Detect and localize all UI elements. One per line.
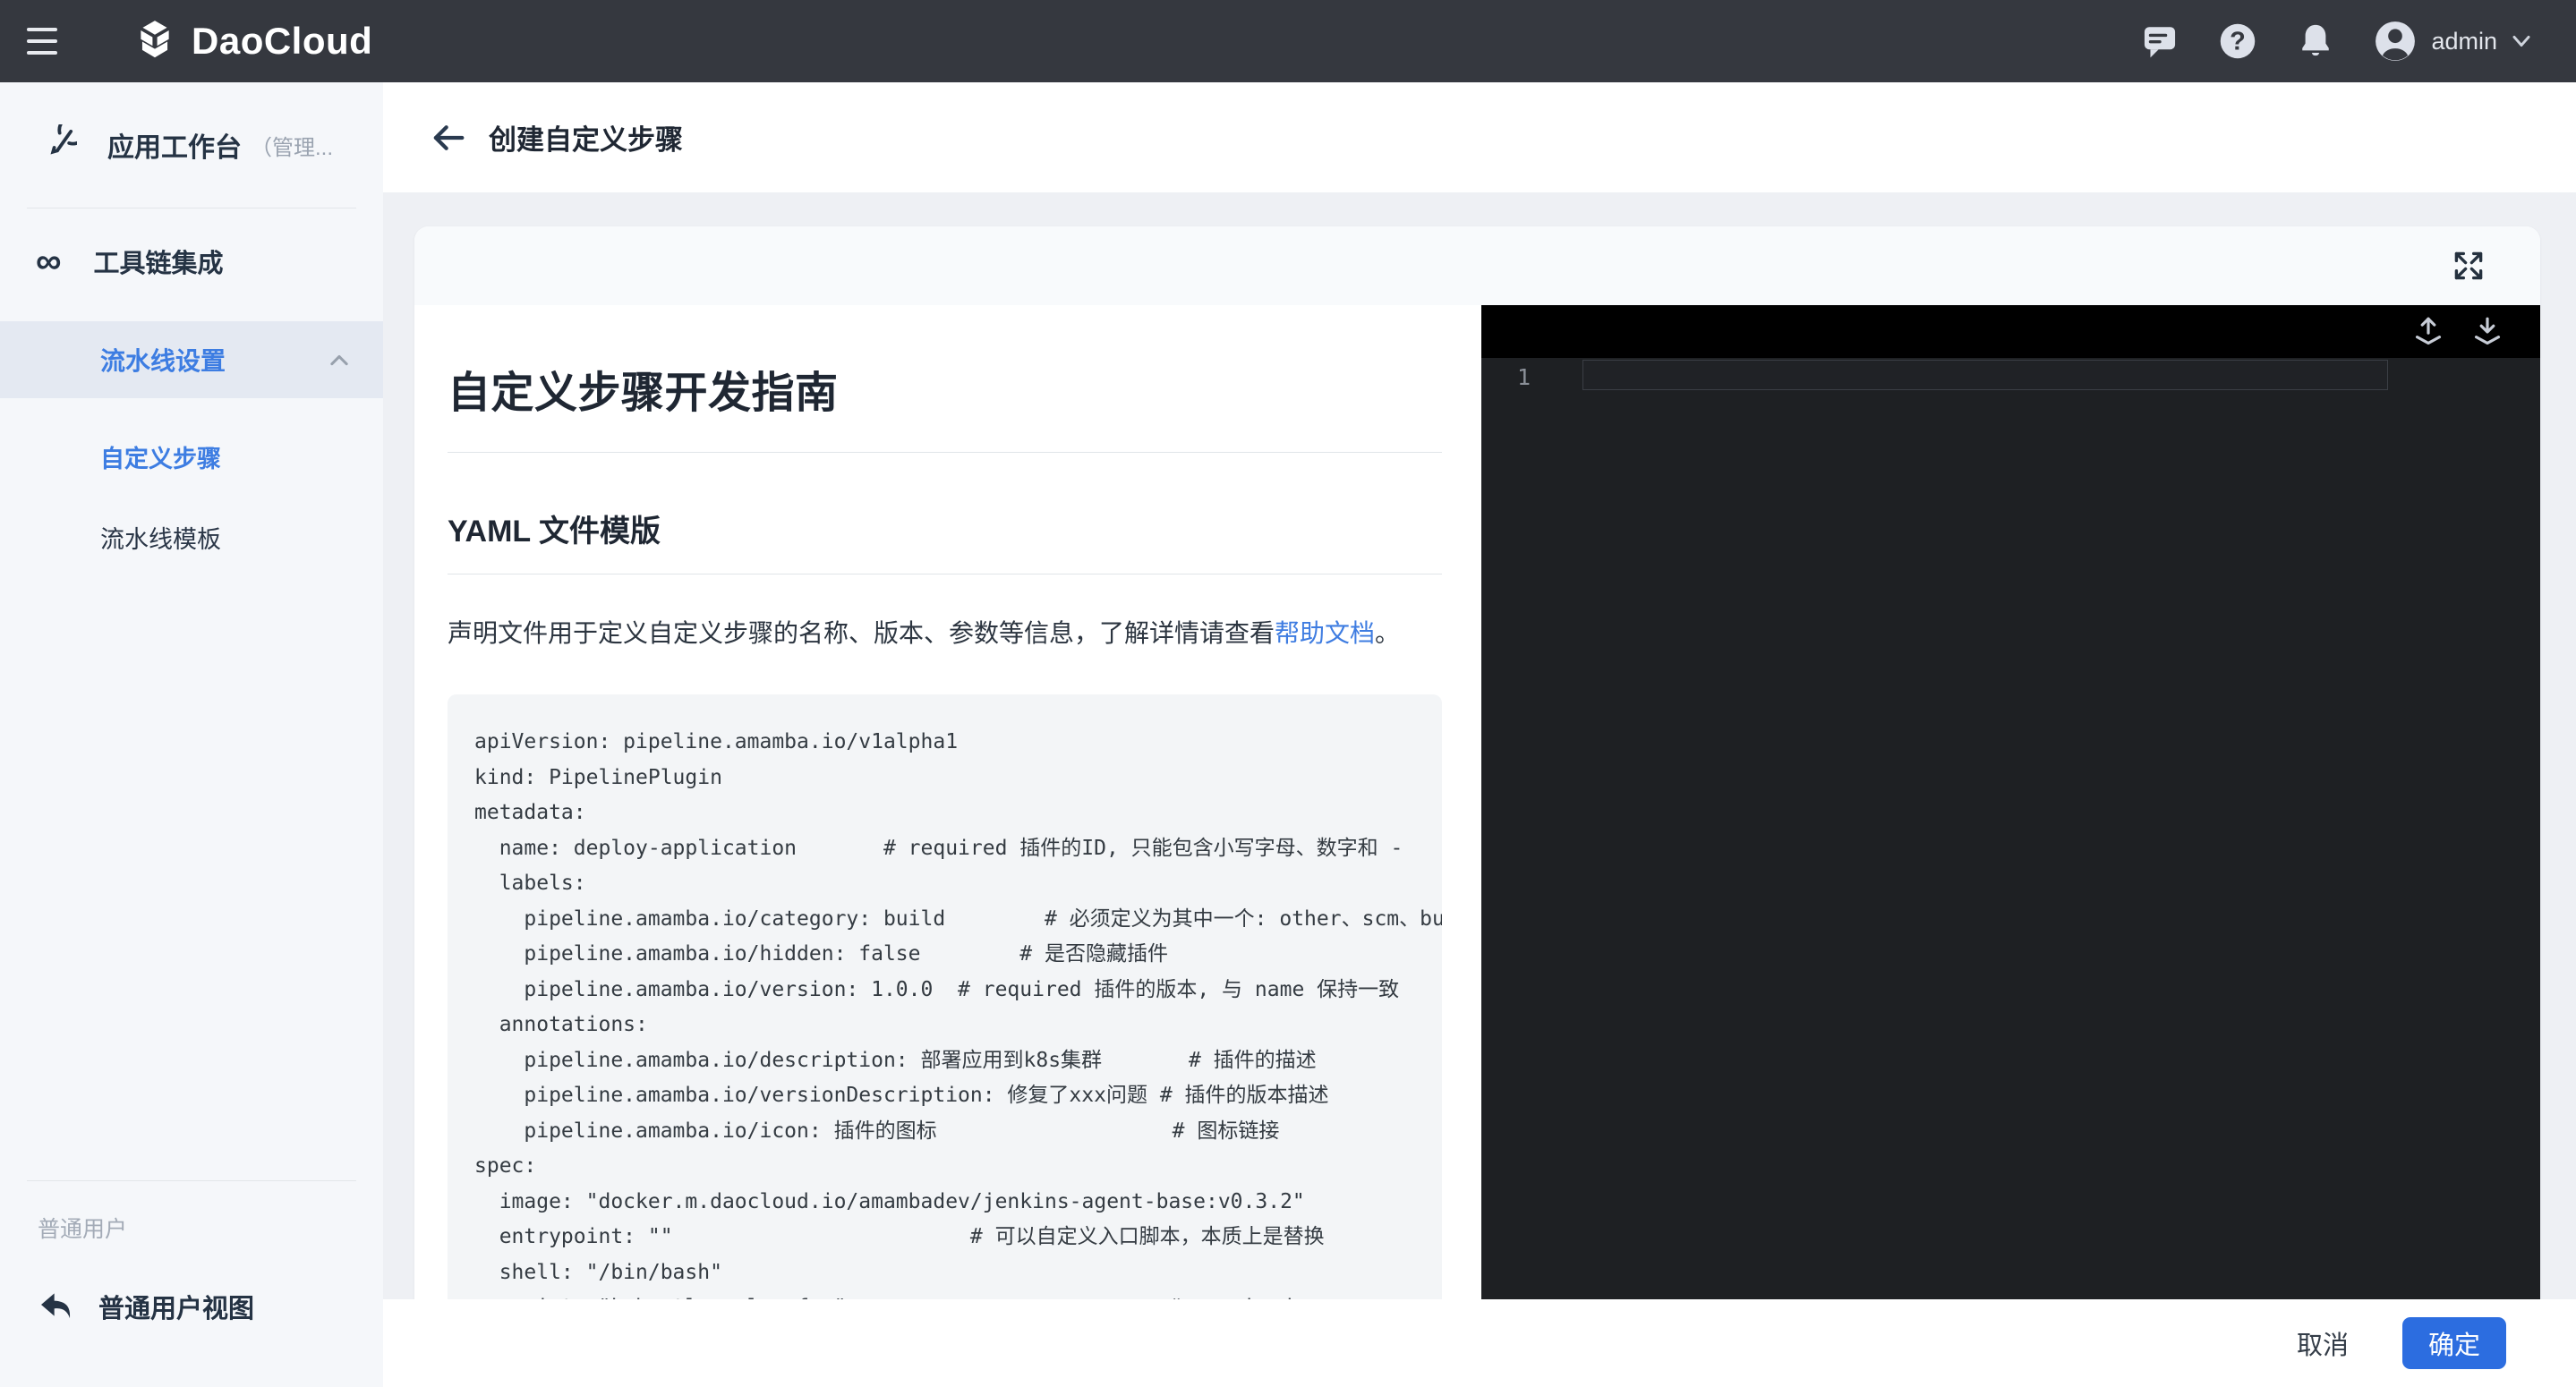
infinity-icon: ∞ (36, 243, 62, 279)
sidebar-item-label: 流水线模板 (100, 520, 221, 555)
panel-header (414, 226, 2540, 305)
sidebar-group-pipeline-settings[interactable]: 流水线设置 (0, 321, 383, 398)
workspace-background: 自定义步骤开发指南 YAML 文件模版 声明文件用于定义自定义步骤的名称、版本、… (383, 192, 2576, 1299)
confirm-button[interactable]: 确定 (2402, 1317, 2506, 1369)
editor-toolbar (1481, 305, 2540, 358)
page-title-bar: 创建自定义步骤 (383, 82, 2576, 192)
code-line: pipeline.amamba.io/icon: 插件的图标 # 图标链接 (474, 1114, 1442, 1150)
yaml-editor: 1 (1481, 305, 2540, 1299)
sidebar-workspace-suffix: （管理... (251, 130, 333, 161)
daocloud-logo-icon (134, 19, 175, 64)
cancel-button[interactable]: 取消 (2297, 1324, 2349, 1362)
code-line: pipeline.amamba.io/hidden: false # 是否隐藏插… (474, 937, 1442, 973)
code-line: image: "docker.m.daocloud.io/amambadev/j… (474, 1185, 1442, 1221)
chevron-up-icon (329, 353, 349, 366)
chevron-down-icon (2512, 34, 2531, 48)
message-icon[interactable] (2141, 22, 2179, 60)
sidebar-item-pipeline-template[interactable]: 流水线模板 (0, 504, 383, 570)
fullscreen-icon (2453, 251, 2484, 281)
help-icon[interactable]: ? (2218, 21, 2257, 61)
download-yaml-icon[interactable] (2470, 314, 2504, 350)
help-doc-link[interactable]: 帮助文档 (1275, 619, 1375, 647)
sidebar-item-toolchain[interactable]: ∞ 工具链集成 (0, 214, 383, 309)
code-line: kind: PipelinePlugin (474, 761, 1442, 796)
back-button[interactable] (428, 117, 469, 158)
upload-yaml-icon[interactable] (2411, 314, 2445, 350)
sidebar-item-app-workspace[interactable]: 应用工作台 （管理... (0, 82, 383, 208)
create-step-panel: 自定义步骤开发指南 YAML 文件模版 声明文件用于定义自定义步骤的名称、版本、… (414, 226, 2540, 1299)
guide-document: 自定义步骤开发指南 YAML 文件模版 声明文件用于定义自定义步骤的名称、版本、… (414, 305, 1481, 1299)
sidebar-group-label: 流水线设置 (100, 342, 226, 378)
avatar (2374, 20, 2417, 63)
editor-line-number: 1 (1517, 364, 1531, 390)
bell-icon[interactable] (2297, 21, 2334, 61)
doc-intro: 声明文件用于定义自定义步骤的名称、版本、参数等信息，了解详情请查看帮助文档。 (448, 612, 1442, 655)
sidebar-toolchain-label: 工具链集成 (94, 243, 224, 280)
user-name: admin (2431, 28, 2497, 55)
code-line: shell: "/bin/bash" (474, 1255, 1442, 1291)
doc-intro-text: 声明文件用于定义自定义步骤的名称、版本、参数等信息，了解详情请查看 (448, 619, 1275, 647)
sidebar: 应用工作台 （管理... ∞ 工具链集成 流水线设置 自定义步骤 流水线模板 普… (0, 82, 383, 1387)
arrow-left-icon (431, 123, 466, 153)
code-line: pipeline.amamba.io/versionDescription: 修… (474, 1078, 1442, 1114)
action-footer: 取消 确定 (383, 1299, 2576, 1387)
doc-intro-suffix: 。 (1375, 619, 1400, 647)
workspace-edit-icon (36, 124, 77, 166)
user-menu[interactable]: admin (2374, 20, 2531, 63)
code-line: apiVersion: pipeline.amamba.io/v1alpha1 (474, 725, 1442, 761)
page-title: 创建自定义步骤 (489, 117, 683, 157)
code-line: pipeline.amamba.io/version: 1.0.0 # requ… (474, 973, 1442, 1008)
sidebar-caption: 普通用户 (0, 1181, 383, 1244)
sidebar-item-custom-step[interactable]: 自定义步骤 (0, 423, 383, 489)
top-bar: DaoCloud ? (0, 0, 2576, 82)
code-line: entrypoint: "" # 可以自定义入口脚本，本质上是替换 (474, 1220, 1442, 1255)
sidebar-workspace-label: 应用工作台 (107, 125, 242, 165)
code-line: pipeline.amamba.io/description: 部署应用到k8s… (474, 1043, 1442, 1079)
doc-section-title: YAML 文件模版 (448, 506, 1442, 550)
brand: DaoCloud (134, 19, 372, 64)
fullscreen-button[interactable] (2449, 246, 2488, 285)
brand-name: DaoCloud (192, 20, 372, 63)
doc-title: 自定义步骤开发指南 (448, 357, 1442, 420)
editor-active-line[interactable] (1582, 360, 2388, 390)
sidebar-item-label: 自定义步骤 (100, 439, 221, 474)
return-arrow-icon (38, 1289, 73, 1323)
svg-text:?: ? (2231, 28, 2247, 56)
editor-body[interactable]: 1 (1481, 358, 2540, 1299)
sidebar-item-normal-user-view[interactable]: 普通用户视图 (0, 1262, 383, 1351)
code-line: spec: (474, 1149, 1442, 1185)
divider (448, 452, 1442, 453)
code-line: name: deploy-application # required 插件的I… (474, 831, 1442, 867)
code-line: annotations: (474, 1008, 1442, 1043)
hamburger-menu-icon[interactable] (27, 14, 81, 68)
yaml-template-code-block: apiVersion: pipeline.amamba.io/v1alpha1k… (448, 694, 1442, 1299)
code-line: pipeline.amamba.io/category: build # 必须定… (474, 902, 1442, 938)
code-line: script: "kubectl apply -f ." # required (474, 1290, 1442, 1299)
code-line: labels: (474, 866, 1442, 902)
code-line: metadata: (474, 796, 1442, 831)
sidebar-return-label: 普通用户视图 (98, 1288, 254, 1325)
